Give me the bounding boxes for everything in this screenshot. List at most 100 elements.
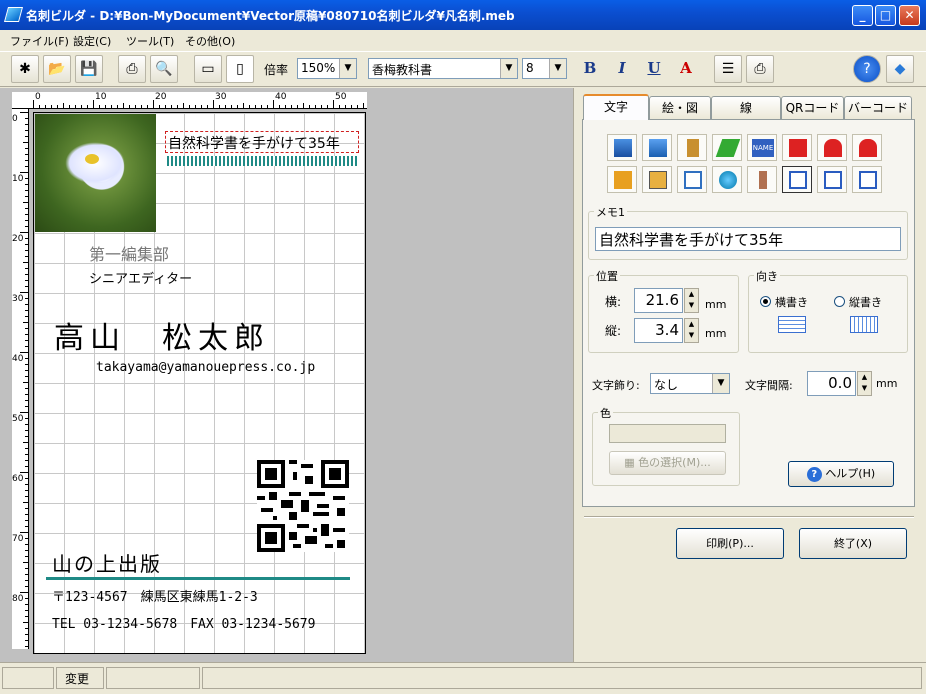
printer-icon[interactable]: ⎙ [746,55,774,83]
person-name[interactable]: 高山 松太郎 [54,313,270,357]
ruler-number: 20 [12,234,24,244]
spacing-field[interactable]: 0.0 [807,371,856,396]
ruler-tick [297,105,298,108]
horizontal-radio[interactable] [760,296,771,307]
zoom-select[interactable]: 150% ▼ [297,58,357,79]
italic-button[interactable]: I [608,55,636,83]
name-icon[interactable]: NAME [747,134,777,161]
phone-icon[interactable] [712,134,742,161]
list-icon[interactable]: ☰ [714,55,742,83]
role-text[interactable]: シニアエディター [89,268,192,287]
print-icon[interactable]: ⎙ [118,55,146,83]
portrait-icon[interactable]: ▯ [226,55,254,83]
building-icon[interactable] [607,134,637,161]
menu-file[interactable]: ファイル(F) [10,33,69,49]
color-label: 色 [598,405,613,421]
tab-image[interactable]: 絵・図 [649,96,711,119]
y-field[interactable]: 3.4 [634,318,683,343]
horizontal-label[interactable]: 横書き [775,294,808,310]
close-button[interactable]: ✕ [899,5,920,26]
ruler-tick [25,298,28,299]
company-underline [46,577,350,580]
spacing-spinner[interactable]: ▲ ▼ [857,371,872,396]
tab-line[interactable]: 線 [711,96,781,119]
pillar-icon[interactable] [747,166,777,193]
font-color-button[interactable]: A [672,55,700,83]
memo-text[interactable]: 自然科学書を手がけて35年 [165,131,359,153]
ruler-tick [25,214,28,215]
door-icon[interactable] [677,134,707,161]
decoration-select[interactable]: なし ▼ [650,373,730,394]
card-icon[interactable]: ◆ [886,55,914,83]
ruler-tick [45,105,46,108]
x-field[interactable]: 21.6 [634,288,683,313]
open-folder-icon[interactable]: 📂 [43,55,71,83]
mailbox-icon[interactable] [782,134,812,161]
tab-qrcode[interactable]: QRコード [781,96,844,119]
fax-icon[interactable] [607,166,637,193]
preview-icon[interactable]: 🔍 [150,55,178,83]
menu-other[interactable]: その他(O) [185,33,235,49]
memo-field[interactable]: 自然科学書を手がけて35年 [595,227,901,251]
landscape-icon[interactable]: ▭ [194,55,222,83]
ruler-tick [25,520,28,521]
menu-tools[interactable]: ツール(T) [126,33,174,49]
ruler-tick [25,268,28,269]
font-value: 香梅教科書 [372,63,433,77]
frame1-icon[interactable] [782,166,812,193]
menu-settings[interactable]: 設定(C) [73,33,111,49]
mobile2-icon[interactable] [852,134,882,161]
ruler-tick [25,394,28,395]
address-text[interactable]: 〒123-4567 練馬区東練馬1-2-3 [52,586,258,605]
mobile1-icon[interactable] [817,134,847,161]
size-select[interactable]: 8 ▼ [522,58,567,79]
ruler-tick [327,105,328,108]
ruler-tick [33,100,34,108]
building2-icon[interactable] [642,134,672,161]
ruler-tick [25,316,28,317]
mail-icon[interactable] [677,166,707,193]
status-cell-1 [2,667,54,689]
calculator-icon[interactable] [642,166,672,193]
qr-code[interactable] [257,460,349,552]
ruler-tick [25,586,28,587]
x-spinner[interactable]: ▲ ▼ [684,288,699,313]
decoration-value: なし [654,378,679,392]
spacing-unit: mm [876,377,898,390]
app-icon [3,7,24,22]
department-text[interactable]: 第一編集部 [89,241,169,265]
business-card[interactable]: 自然科学書を手がけて35年 第一編集部 シニアエディター 高山 松太郎 taka… [33,112,366,654]
maximize-button[interactable]: □ [875,5,896,26]
y-unit: mm [705,327,727,340]
help-button[interactable]: ? ヘルプ(H) [788,461,894,487]
frame3-icon[interactable] [852,166,882,193]
tab-barcode[interactable]: バーコード [844,96,912,119]
vertical-label[interactable]: 縦書き [849,294,882,310]
ruler-tick [20,472,28,473]
underline-button[interactable]: U [640,55,668,83]
bold-button[interactable]: B [576,55,604,83]
ruler-tick [25,334,28,335]
y-spinner[interactable]: ▲ ▼ [684,318,699,343]
email-text[interactable]: takayama@yamanouepress.co.jp [96,360,315,375]
frame2-icon[interactable] [817,166,847,193]
decoration-label: 文字飾り: [592,379,640,392]
ruler-tick [23,502,28,503]
help-icon[interactable]: ? [853,55,881,83]
ruler-tick [25,544,28,545]
vertical-radio[interactable] [834,296,845,307]
font-select[interactable]: 香梅教科書 ▼ [368,58,518,79]
phone-text[interactable]: TEL 03-1234-5678 FAX 03-1234-5679 [52,613,315,632]
ruler-number: 0 [12,114,18,124]
exit-button[interactable]: 終了(X) [799,528,907,559]
ruler-tick [93,100,94,108]
tab-text[interactable]: 文字 [583,94,649,120]
minimize-button[interactable]: _ [852,5,873,26]
new-file-icon[interactable]: ✱ [11,55,39,83]
save-icon[interactable]: 💾 [75,55,103,83]
globe-icon[interactable] [712,166,742,193]
ruler-tick [25,286,28,287]
ruler-tick [25,550,28,551]
print-button[interactable]: 印刷(P)... [676,528,784,559]
company-name[interactable]: 山の上出版 [52,548,162,577]
